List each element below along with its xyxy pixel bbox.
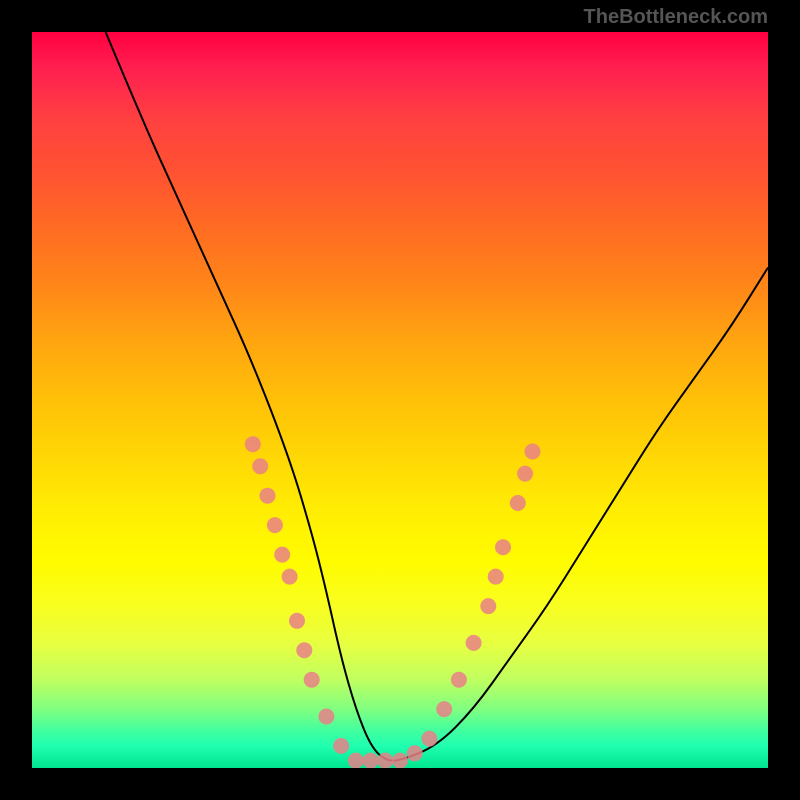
chart-svg [32,32,768,768]
data-point [245,436,261,452]
data-point [252,458,268,474]
data-point [267,517,283,533]
data-point [510,495,526,511]
data-point [318,709,334,725]
data-point [282,569,298,585]
data-point [377,753,393,768]
chart-plot-area [32,32,768,768]
data-point [392,753,408,768]
data-point [407,745,423,761]
data-point [488,569,504,585]
data-point [348,753,364,768]
data-point [495,539,511,555]
data-point [304,672,320,688]
data-point [466,635,482,651]
data-point [451,672,467,688]
data-point [525,444,541,460]
bottleneck-curve [106,32,768,761]
watermark-text: TheBottleneck.com [584,6,768,29]
data-point [296,642,312,658]
data-point [436,701,452,717]
data-point [517,466,533,482]
data-point [274,547,290,563]
data-point [480,598,496,614]
data-point [363,753,379,768]
data-point [333,738,349,754]
data-point [421,731,437,747]
data-point [289,613,305,629]
data-point [260,488,276,504]
